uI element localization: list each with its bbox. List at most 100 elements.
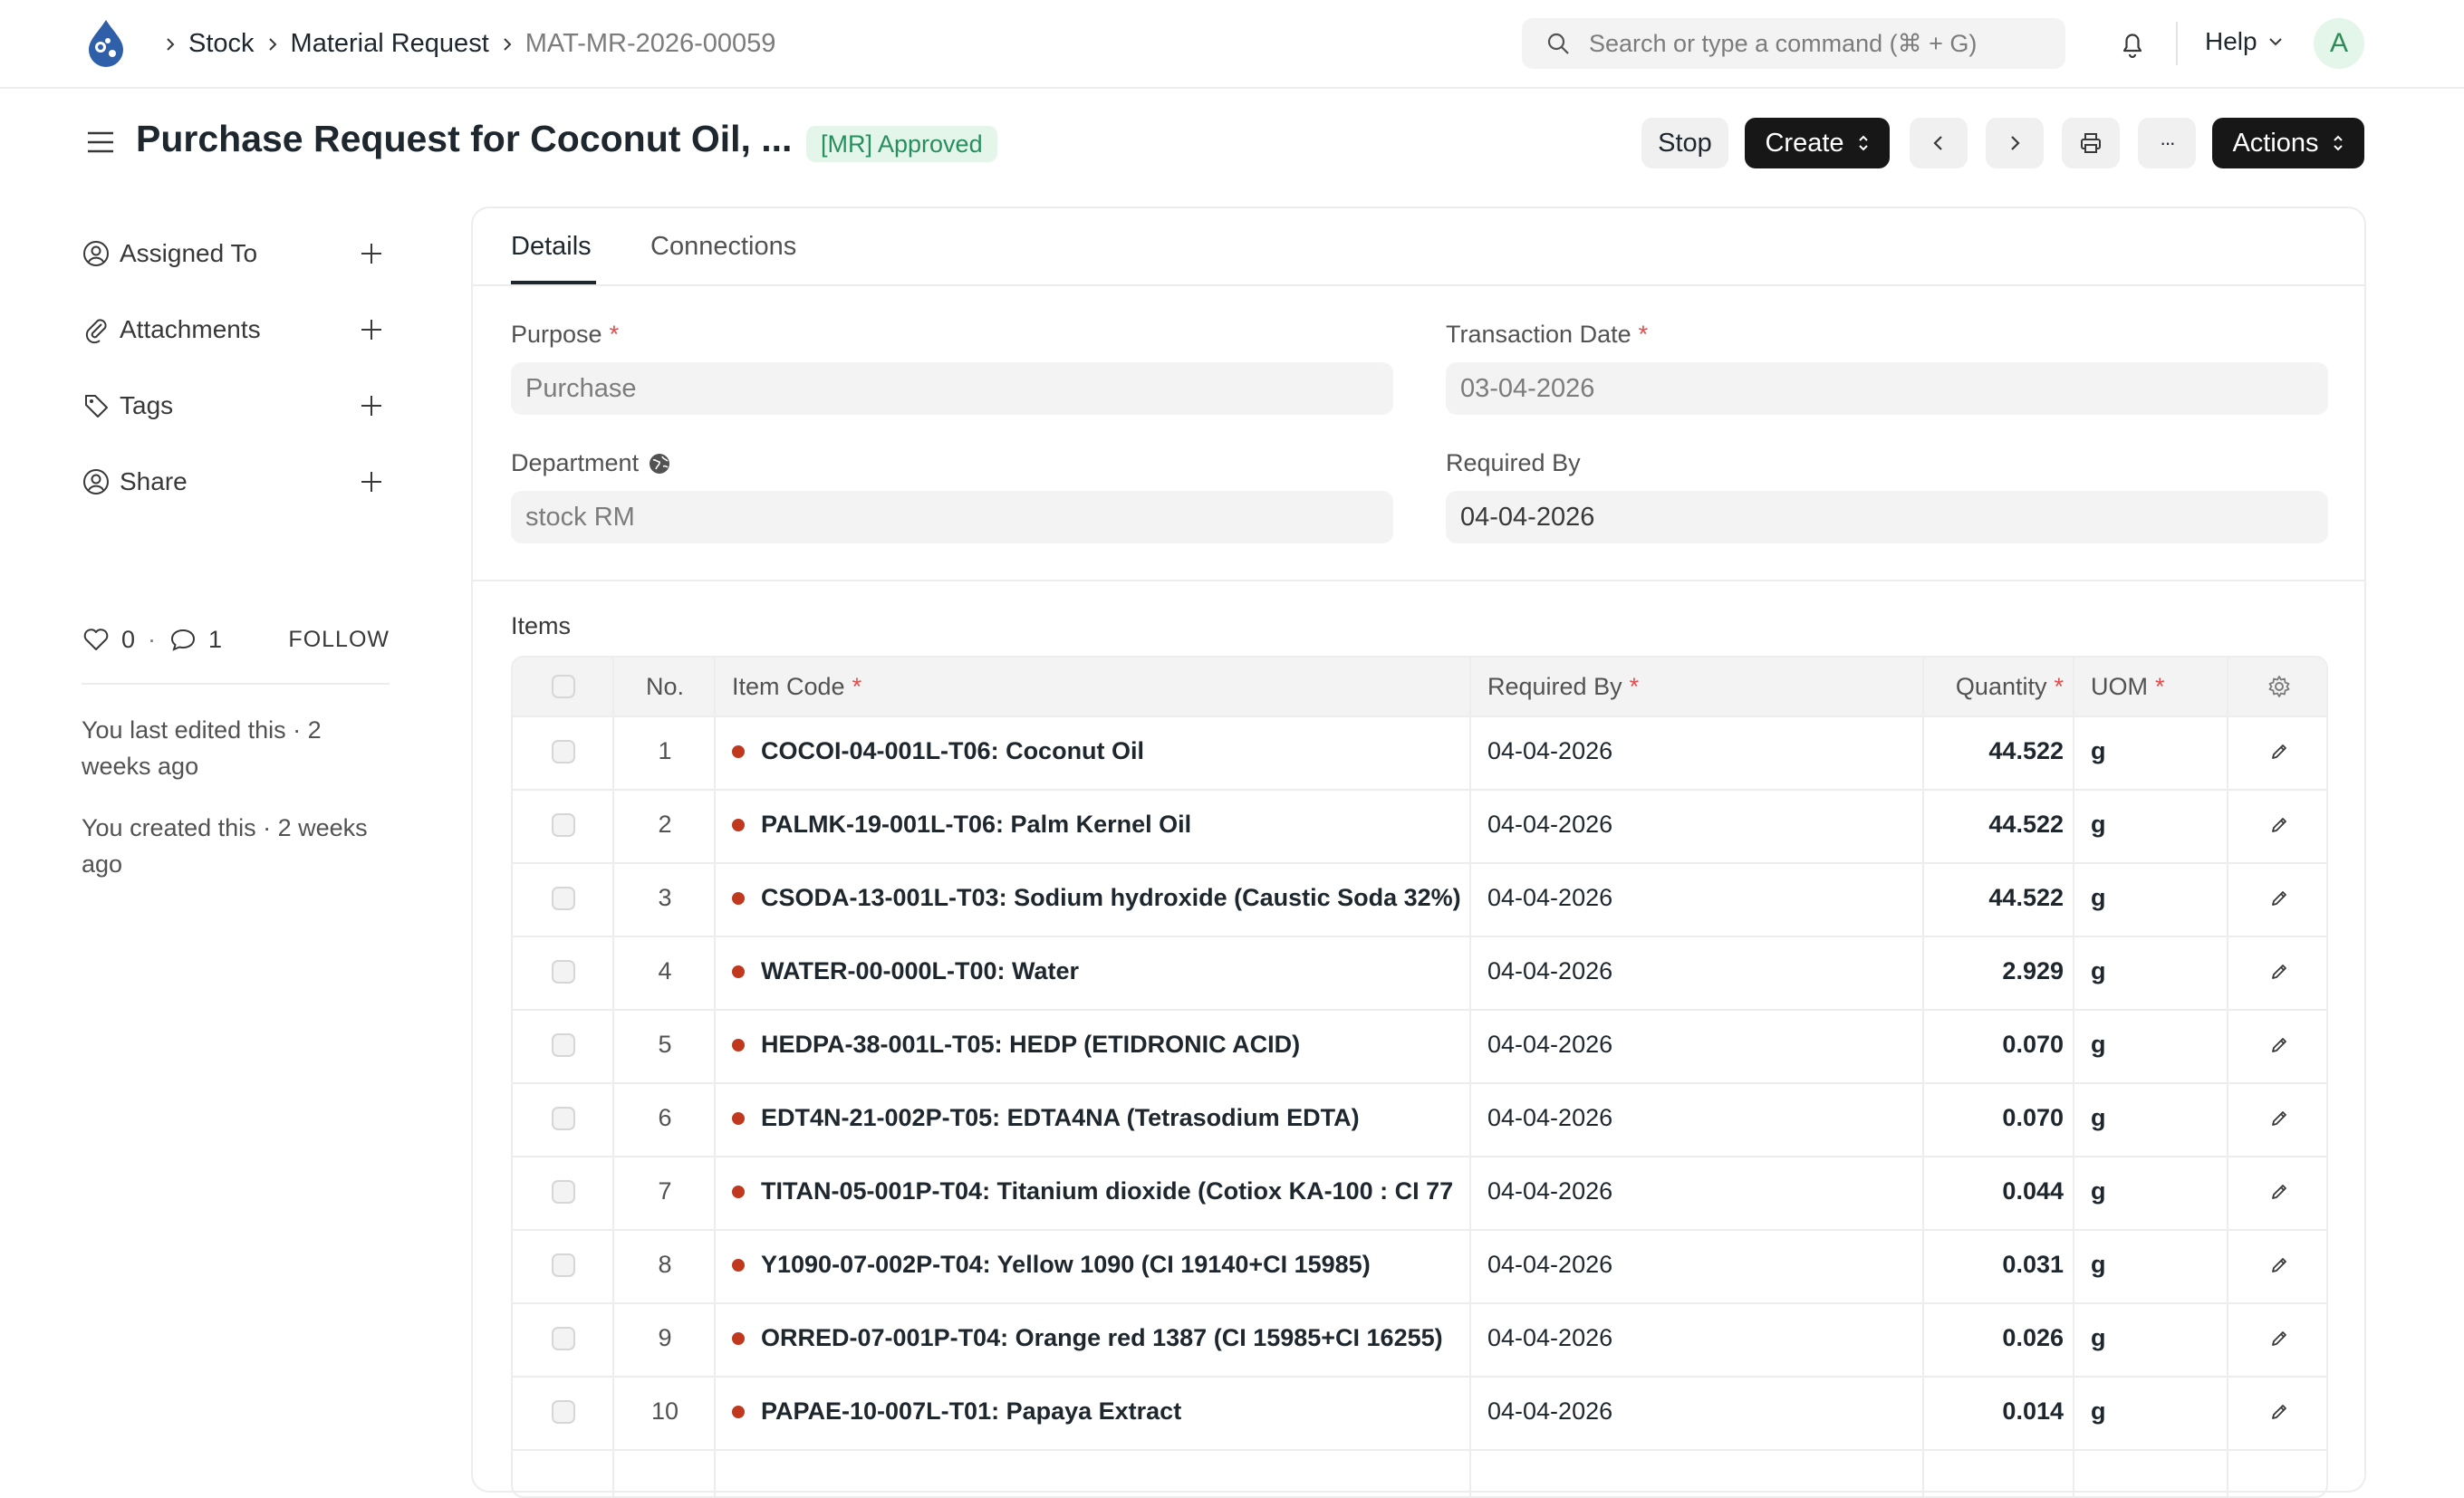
notification-bell-icon[interactable]	[2116, 27, 2149, 60]
table-row[interactable]: 5 HEDPA-38-001L-T05: HEDP (ETIDRONIC ACID…	[513, 1009, 2326, 1084]
follow-button[interactable]: FOLLOW	[288, 627, 390, 653]
item-code-link[interactable]: HEDPA-38-001L-T05: HEDP (ETIDRONIC ACID)	[761, 1031, 1300, 1059]
row-checkbox[interactable]	[552, 1032, 575, 1057]
quantity-cell[interactable]: 0.026	[1924, 1302, 2074, 1374]
edit-pencil-icon[interactable]	[2268, 1328, 2290, 1349]
stop-button[interactable]: Stop	[1641, 118, 1728, 168]
table-row[interactable]: 4 WATER-00-000L-T00: Water 04-04-2026 2.929…	[513, 936, 2326, 1011]
previous-document-button[interactable]	[1910, 118, 1968, 168]
required-by-cell[interactable]: 04-04-2026	[1471, 862, 1924, 934]
search-input[interactable]	[1587, 28, 2044, 59]
item-code-cell[interactable]: HEDPA-38-001L-T05: HEDP (ETIDRONIC ACID)	[716, 1009, 1471, 1080]
sidebar-toggle-icon[interactable]	[85, 127, 116, 158]
item-code-cell[interactable]: PAPAE-10-007L-T01: Papaya Extract	[716, 1376, 1471, 1447]
uom-cell[interactable]: g	[2074, 1229, 2228, 1301]
table-row[interactable]: 6 EDT4N-21-002P-T05: EDTA4NA (Tetrasodium…	[513, 1082, 2326, 1157]
uom-cell[interactable]: g	[2074, 1376, 2228, 1447]
next-document-button[interactable]	[1986, 118, 2044, 168]
uom-cell[interactable]: g	[2074, 715, 2228, 787]
add-icon[interactable]	[357, 467, 386, 496]
create-button[interactable]: Create	[1745, 118, 1890, 168]
item-code-cell[interactable]: EDT4N-21-002P-T05: EDTA4NA (Tetrasodium …	[716, 1082, 1471, 1154]
heart-icon[interactable]	[82, 625, 111, 654]
required-by-cell[interactable]: 04-04-2026	[1471, 1156, 1924, 1227]
item-code-cell[interactable]: Y1090-07-002P-T04: Yellow 1090 (CI 19140…	[716, 1229, 1471, 1301]
row-checkbox[interactable]	[552, 739, 575, 763]
item-code-cell[interactable]: ORRED-07-001P-T04: Orange red 1387 (CI 1…	[716, 1302, 1471, 1374]
purpose-field[interactable]: Purchase	[511, 362, 1393, 415]
required-by-cell[interactable]: 04-04-2026	[1471, 1009, 1924, 1080]
breadcrumb-current-document[interactable]: MAT-MR-2026-00059	[525, 29, 776, 59]
required-by-cell[interactable]: 04-04-2026	[1471, 936, 1924, 1007]
sidebar-item-share[interactable]: Share	[82, 462, 386, 502]
table-row[interactable]: 1 COCOI-04-001L-T06: Coconut Oil 04-04-202…	[513, 715, 2326, 791]
row-checkbox[interactable]	[552, 959, 575, 984]
row-checkbox[interactable]	[552, 886, 575, 910]
app-logo-icon[interactable]	[80, 16, 132, 69]
required-by-cell[interactable]: 04-04-2026	[1471, 1229, 1924, 1301]
edit-pencil-icon[interactable]	[2268, 814, 2290, 836]
table-row[interactable]: 3 CSODA-13-001L-T03: Sodium hydroxide (Ca…	[513, 862, 2326, 937]
uom-cell[interactable]: g	[2074, 1082, 2228, 1154]
required-by-field[interactable]: 04-04-2026	[1446, 491, 2328, 543]
edit-pencil-icon[interactable]	[2268, 1181, 2290, 1203]
item-code-link[interactable]: COCOI-04-001L-T06: Coconut Oil	[761, 737, 1144, 765]
table-row[interactable]: 7 TITAN-05-001P-T04: Titanium dioxide (Co…	[513, 1156, 2326, 1231]
edit-pencil-icon[interactable]	[2268, 961, 2290, 983]
item-code-link[interactable]: ORRED-07-001P-T04: Orange red 1387 (CI 1…	[761, 1324, 1443, 1352]
quantity-cell[interactable]: 0.014	[1924, 1376, 2074, 1447]
search-bar[interactable]	[1522, 18, 2065, 69]
edit-pencil-icon[interactable]	[2268, 1108, 2290, 1129]
quantity-cell[interactable]: 2.929	[1924, 936, 2074, 1007]
quantity-cell[interactable]: 0.070	[1924, 1009, 2074, 1080]
item-code-link[interactable]: PALMK-19-001L-T06: Palm Kernel Oil	[761, 811, 1191, 839]
item-code-link[interactable]: Y1090-07-002P-T04: Yellow 1090 (CI 19140…	[761, 1251, 1371, 1279]
add-icon[interactable]	[357, 315, 386, 344]
table-row[interactable]: 8 Y1090-07-002P-T04: Yellow 1090 (CI 1914…	[513, 1229, 2326, 1304]
actions-button[interactable]: Actions	[2212, 118, 2364, 168]
quantity-cell[interactable]: 44.522	[1924, 789, 2074, 860]
item-code-link[interactable]: WATER-00-000L-T00: Water	[761, 957, 1079, 985]
edit-pencil-icon[interactable]	[2268, 1034, 2290, 1056]
help-dropdown[interactable]: Help	[2205, 27, 2285, 56]
edit-pencil-icon[interactable]	[2268, 741, 2290, 763]
row-checkbox[interactable]	[552, 1399, 575, 1424]
table-row[interactable]: 10 PAPAE-10-007L-T01: Papaya Extract 04-04…	[513, 1376, 2326, 1451]
add-icon[interactable]	[357, 239, 386, 268]
uom-cell[interactable]: g	[2074, 862, 2228, 934]
uom-cell[interactable]: g	[2074, 789, 2228, 860]
edit-pencil-icon[interactable]	[2268, 1401, 2290, 1423]
required-by-cell[interactable]: 04-04-2026	[1471, 715, 1924, 787]
item-code-cell[interactable]: WATER-00-000L-T00: Water	[716, 936, 1471, 1007]
row-checkbox[interactable]	[552, 1326, 575, 1350]
gear-icon[interactable]	[2267, 674, 2292, 699]
more-options-button[interactable]: ···	[2138, 118, 2196, 168]
tab-details[interactable]: Details	[511, 232, 592, 262]
add-icon[interactable]	[357, 391, 386, 420]
item-code-link[interactable]: EDT4N-21-002P-T05: EDTA4NA (Tetrasodium …	[761, 1104, 1360, 1132]
item-code-link[interactable]: PAPAE-10-007L-T01: Papaya Extract	[761, 1397, 1181, 1426]
quantity-cell[interactable]: 0.031	[1924, 1229, 2074, 1301]
user-avatar[interactable]: A	[2314, 18, 2364, 69]
quantity-cell[interactable]: 44.522	[1924, 862, 2074, 934]
table-row[interactable]: 9 ORRED-07-001P-T04: Orange red 1387 (CI …	[513, 1302, 2326, 1378]
quantity-cell[interactable]: 44.522	[1924, 715, 2074, 787]
sidebar-item-attachments[interactable]: Attachments	[82, 310, 386, 350]
tab-connections[interactable]: Connections	[650, 232, 796, 262]
transaction-date-field[interactable]: 03-04-2026	[1446, 362, 2328, 415]
uom-cell[interactable]: g	[2074, 1009, 2228, 1080]
item-code-link[interactable]: TITAN-05-001P-T04: Titanium dioxide (Cot…	[761, 1177, 1453, 1205]
item-code-link[interactable]: CSODA-13-001L-T03: Sodium hydroxide (Cau…	[761, 884, 1461, 912]
item-code-cell[interactable]: TITAN-05-001P-T04: Titanium dioxide (Cot…	[716, 1156, 1471, 1227]
sidebar-item-assigned-to[interactable]: Assigned To	[82, 234, 386, 274]
breadcrumb-stock[interactable]: Stock	[188, 29, 255, 59]
quantity-cell[interactable]: 0.070	[1924, 1082, 2074, 1154]
department-field[interactable]: stock RM	[511, 491, 1393, 543]
print-button[interactable]	[2062, 118, 2120, 168]
row-checkbox[interactable]	[552, 1106, 575, 1130]
required-by-cell[interactable]: 04-04-2026	[1471, 1302, 1924, 1374]
required-by-cell[interactable]: 04-04-2026	[1471, 789, 1924, 860]
uom-cell[interactable]: g	[2074, 1156, 2228, 1227]
comment-icon[interactable]	[168, 625, 197, 654]
breadcrumb-material-request[interactable]: Material Request	[291, 29, 489, 59]
